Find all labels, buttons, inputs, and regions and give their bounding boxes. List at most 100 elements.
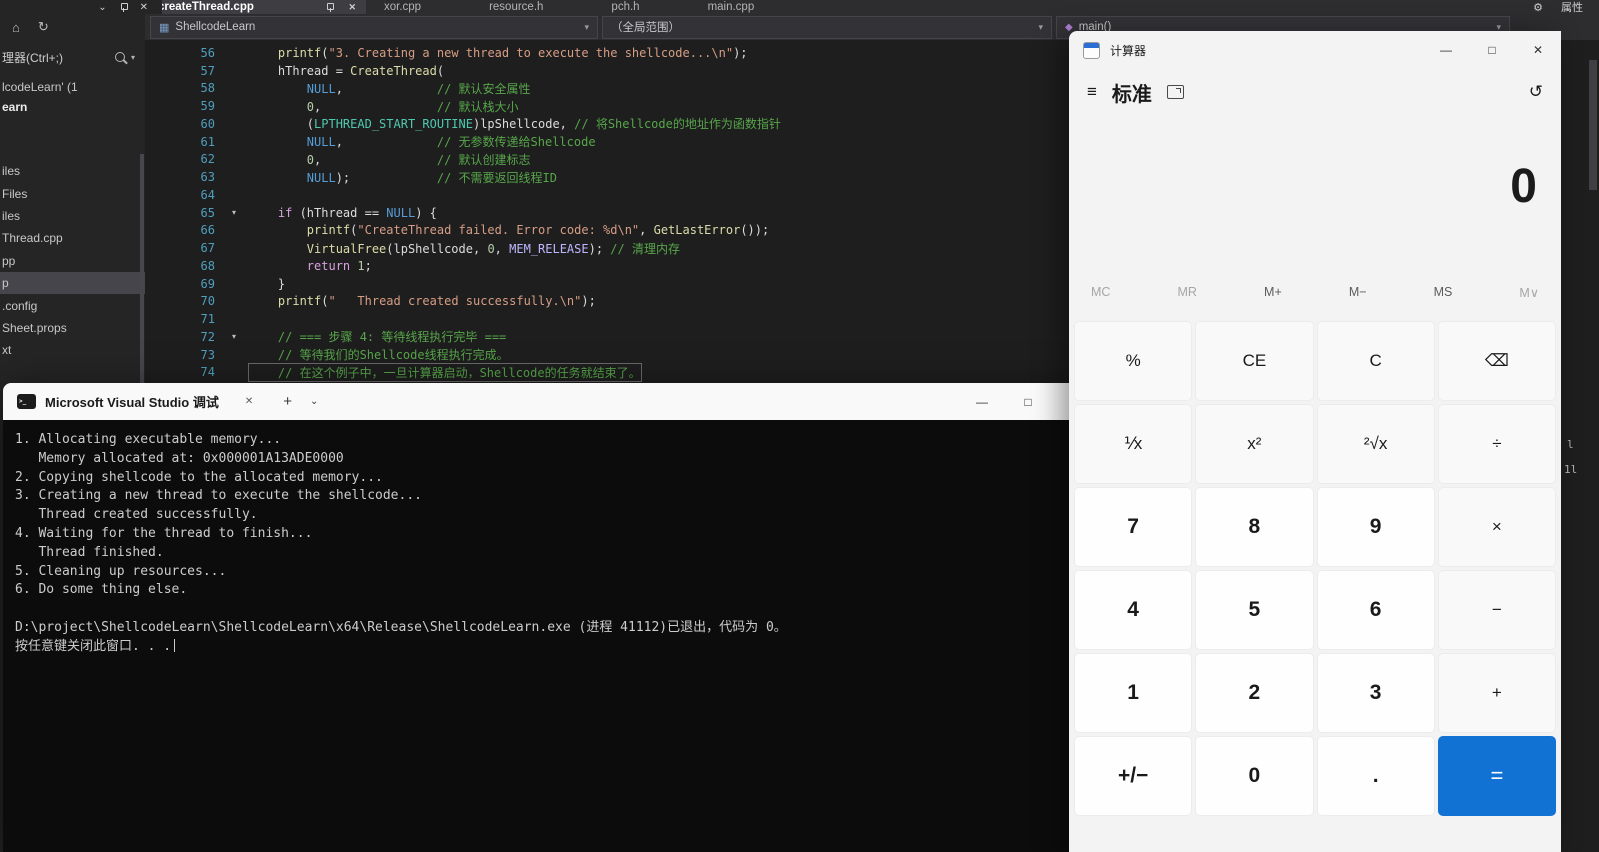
tree-item[interactable]: Thread.cpp (0, 227, 145, 249)
memory-button-mr[interactable]: MR (1168, 281, 1207, 303)
code-segment: LPTHREAD_START_ROUTINE (314, 117, 473, 132)
code-segment: , (314, 152, 437, 167)
calc-button-subtract[interactable]: − (1437, 570, 1556, 650)
console-output[interactable]: 1. Allocating executable memory... Memor… (3, 420, 1097, 852)
editor-tab-label: resource.h (489, 1, 544, 13)
calc-button-clear[interactable]: C (1316, 321, 1435, 401)
code-text: return 1; (249, 259, 372, 273)
editor-tab[interactable]: createThread.cpp ✕ (148, 0, 366, 14)
fold-marker-icon[interactable]: ▾ (219, 208, 249, 217)
search-icon[interactable] (114, 52, 125, 62)
refresh-icon[interactable]: ↻ (38, 19, 49, 35)
hamburger-menu-icon[interactable]: ≡ (1087, 82, 1097, 102)
tab-pin-icon[interactable] (325, 2, 335, 12)
line-number: 70 (200, 294, 215, 309)
solution-tree: iles Files iles Thread.cpp pp p .config Sheet.p… (0, 160, 145, 362)
calc-button-clear-entry[interactable]: CE (1195, 321, 1314, 401)
tab-close-icon[interactable]: ✕ (348, 2, 356, 13)
memory-button-mc[interactable]: MC (1081, 281, 1120, 303)
line-number: 62 (200, 152, 215, 167)
calc-button-eight[interactable]: 8 (1195, 487, 1314, 567)
top-right-tools: ⚙ 属性 (1533, 0, 1583, 15)
editor-tab[interactable]: xor.cpp (374, 0, 431, 14)
scope-dropdown[interactable]: （全局范围） ▾ (602, 15, 1052, 39)
editor-tab[interactable]: resource.h (479, 0, 553, 14)
project-dropdown[interactable]: ▦ ShellcodeLearn ▾ (150, 15, 598, 39)
memory-button-ms[interactable]: MS (1424, 281, 1463, 303)
calc-button-seven[interactable]: 7 (1074, 487, 1193, 567)
calculator-maximize-button[interactable]: □ (1469, 31, 1515, 69)
tree-item[interactable]: p (0, 271, 145, 295)
console-tab-close-icon[interactable]: ✕ (245, 396, 253, 407)
panel-close-icon[interactable]: ✕ (140, 2, 148, 13)
code-segment: NULL (306, 81, 336, 96)
calc-button-two[interactable]: 2 (1195, 653, 1314, 733)
calculator-titlebar[interactable]: 计算器 — □ ✕ (1069, 31, 1561, 69)
calc-button-reciprocal[interactable]: ⅟x (1074, 404, 1193, 484)
tree-item[interactable]: iles (0, 160, 145, 182)
solution-node[interactable]: lcodeLearn' (1 (0, 77, 145, 97)
line-number: 66 (200, 223, 215, 238)
tree-item[interactable]: Sheet.props (0, 317, 145, 339)
home-icon[interactable]: ⌂ (12, 20, 20, 35)
code-segment: VirtualFree (306, 241, 387, 256)
editor-tab[interactable]: pch.h (601, 0, 649, 14)
calc-button-one[interactable]: 1 (1074, 653, 1193, 733)
calc-button-divide[interactable]: ÷ (1437, 404, 1556, 484)
properties-panel-label[interactable]: 属性 (1561, 0, 1583, 15)
line-number: 58 (200, 81, 215, 96)
calc-button-backspace[interactable]: ⌫ (1437, 321, 1556, 401)
calc-button-negate[interactable]: +/− (1074, 736, 1193, 816)
calc-button-five[interactable]: 5 (1195, 570, 1314, 650)
sidebar-scrollbar[interactable] (140, 154, 144, 390)
memory-button-m-minus[interactable]: M− (1339, 281, 1377, 303)
code-segment: 0 (487, 241, 495, 256)
dropdown-caret-icon: ▾ (584, 21, 589, 32)
tree-item[interactable]: xt (0, 339, 145, 361)
console-new-tab-button[interactable]: + (283, 393, 292, 410)
memory-button-m-dropdown[interactable]: M∨ (1509, 281, 1549, 304)
calculator-close-button[interactable]: ✕ (1515, 31, 1561, 69)
tree-item[interactable]: Files (0, 182, 145, 204)
calc-button-square-root[interactable]: ²√x (1316, 404, 1435, 484)
code-segment: // 清理内存 (610, 241, 680, 256)
code-segment: , (335, 81, 437, 96)
line-number: 71 (200, 312, 215, 327)
tree-item[interactable]: pp (0, 250, 145, 272)
tree-item[interactable]: iles (0, 205, 145, 227)
panel-pin-icon[interactable] (119, 2, 128, 12)
search-options-caret-icon[interactable]: ▾ (131, 53, 135, 62)
editor-scrollbar-thumb[interactable] (1589, 60, 1597, 190)
calc-button-six[interactable]: 6 (1316, 570, 1435, 650)
console-titlebar[interactable]: >_ Microsoft Visual Studio 调试 ✕ + ⌄ — □ … (3, 383, 1097, 420)
keep-on-top-icon[interactable] (1166, 85, 1184, 99)
tree-item[interactable]: .config (0, 294, 145, 316)
calc-button-nine[interactable]: 9 (1316, 487, 1435, 567)
console-maximize-button[interactable]: □ (1005, 383, 1051, 420)
panel-chevron-down-icon[interactable]: ⌄ (98, 2, 106, 13)
code-segment: // 不需要返回线程ID (436, 170, 557, 185)
solution-search[interactable]: 理器(Ctrl+;) ▾ (0, 46, 145, 68)
calc-button-multiply[interactable]: × (1437, 487, 1556, 567)
memory-button-m-plus[interactable]: M+ (1254, 281, 1292, 303)
calc-button-zero[interactable]: 0 (1195, 736, 1314, 816)
calc-button-four[interactable]: 4 (1074, 570, 1193, 650)
code-segment: hThread = (249, 63, 351, 78)
fold-marker-icon[interactable]: ▾ (219, 332, 249, 341)
calc-button-square[interactable]: x² (1195, 404, 1314, 484)
calc-button-decimal[interactable]: . (1316, 736, 1435, 816)
calc-button-three[interactable]: 3 (1316, 653, 1435, 733)
editor-tab[interactable]: main.cpp (698, 0, 765, 14)
console-tab-dropdown-icon[interactable]: ⌄ (310, 396, 318, 407)
calc-button-add[interactable]: + (1437, 653, 1556, 733)
console-minimize-button[interactable]: — (959, 383, 1005, 420)
calculator-minimize-button[interactable]: — (1423, 31, 1469, 69)
project-node[interactable]: earn (0, 97, 145, 117)
history-icon[interactable]: ↺ (1529, 82, 1543, 102)
calc-button-equals[interactable]: = (1437, 736, 1556, 816)
gear-icon[interactable]: ⚙ (1533, 1, 1543, 14)
calc-button-percent[interactable]: % (1074, 321, 1193, 401)
